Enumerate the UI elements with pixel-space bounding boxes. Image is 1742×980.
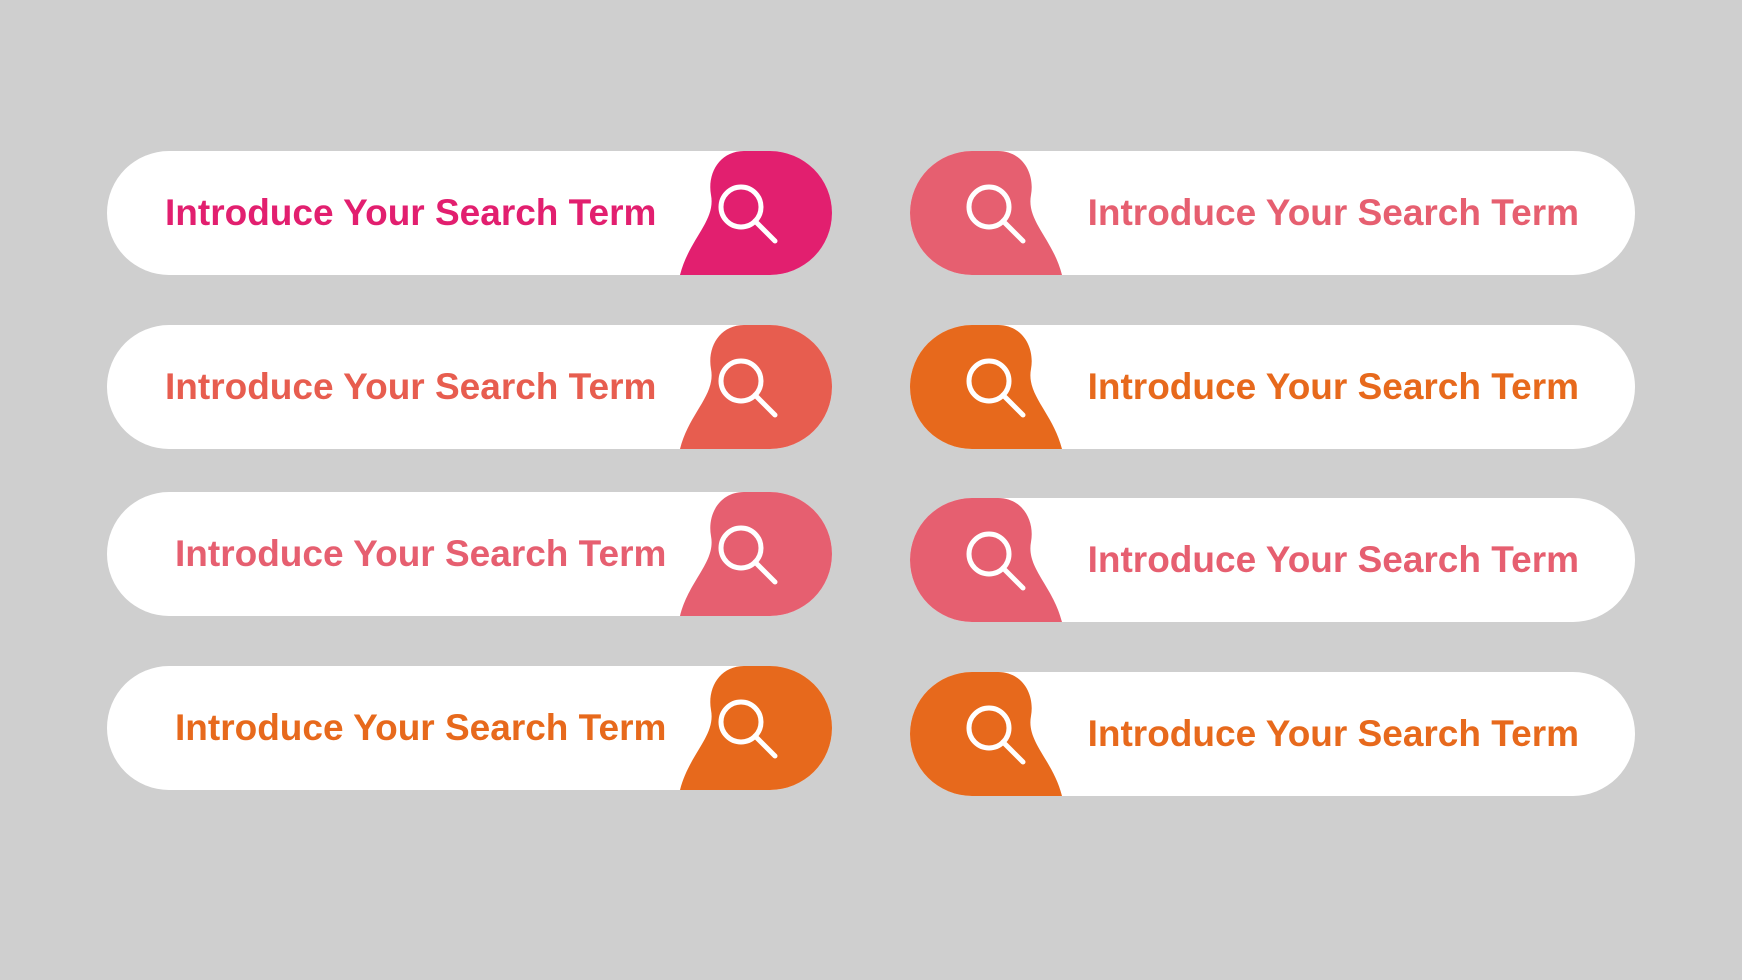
search-button[interactable] xyxy=(662,325,832,449)
search-placeholder: Introduce Your Search Term xyxy=(165,366,657,407)
search-button[interactable] xyxy=(662,666,832,790)
search-placeholder: Introduce Your Search Term xyxy=(1087,713,1579,754)
search-placeholder: Introduce Your Search Term xyxy=(175,707,667,748)
search-bar-1[interactable]: Introduce Your Search Term xyxy=(107,151,832,275)
search-button[interactable] xyxy=(662,151,832,275)
search-button[interactable] xyxy=(910,672,1080,796)
search-button[interactable] xyxy=(910,498,1080,622)
search-bar-5[interactable]: Introduce Your Search Term xyxy=(910,151,1635,275)
search-bar-2[interactable]: Introduce Your Search Term xyxy=(107,325,832,449)
search-button[interactable] xyxy=(910,151,1080,275)
search-bar-6[interactable]: Introduce Your Search Term xyxy=(910,325,1635,449)
search-bar-7[interactable]: Introduce Your Search Term xyxy=(910,498,1635,622)
search-placeholder: Introduce Your Search Term xyxy=(1087,366,1579,407)
search-button[interactable] xyxy=(910,325,1080,449)
search-placeholder: Introduce Your Search Term xyxy=(1087,539,1579,580)
search-placeholder: Introduce Your Search Term xyxy=(1087,192,1579,233)
search-placeholder: Introduce Your Search Term xyxy=(165,192,657,233)
search-bar-3[interactable]: Introduce Your Search Term xyxy=(107,492,832,616)
search-bar-8[interactable]: Introduce Your Search Term xyxy=(910,672,1635,796)
search-button[interactable] xyxy=(662,492,832,616)
search-bar-4[interactable]: Introduce Your Search Term xyxy=(107,666,832,790)
search-placeholder: Introduce Your Search Term xyxy=(175,533,667,574)
